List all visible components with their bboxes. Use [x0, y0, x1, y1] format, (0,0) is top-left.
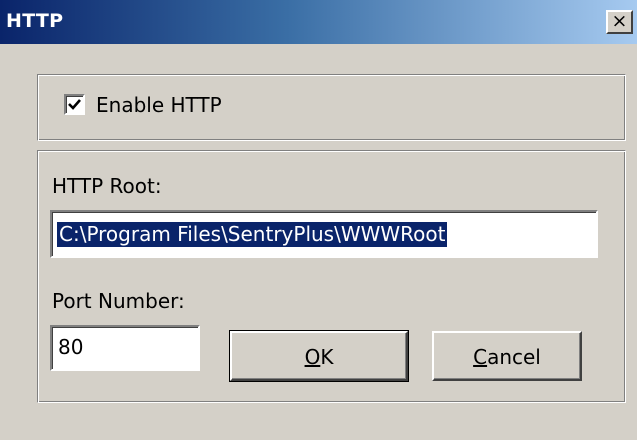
cancel-button[interactable]: Cancel	[432, 331, 582, 381]
http-root-label: HTTP Root:	[52, 174, 162, 198]
window-title: HTTP	[6, 10, 64, 32]
cancel-button-label: Cancel	[473, 345, 541, 369]
http-root-input[interactable]: C:\Program Files\SentryPlus\WWWRoot	[50, 210, 598, 258]
port-number-input[interactable]: 80	[50, 325, 200, 371]
port-number-label: Port Number:	[52, 289, 185, 313]
http-dialog: HTTP × Enable HTTP HTTP Root: C:\Program…	[0, 0, 637, 440]
close-button[interactable]: ×	[606, 10, 633, 34]
enable-http-checkbox[interactable]	[64, 94, 85, 115]
close-icon: ×	[611, 10, 628, 32]
http-root-value: C:\Program Files\SentryPlus\WWWRoot	[57, 222, 448, 247]
ok-button-label: OK	[304, 345, 334, 369]
checkmark-icon	[68, 99, 81, 110]
title-bar[interactable]: HTTP ×	[0, 0, 637, 44]
port-number-value: 80	[58, 335, 84, 359]
ok-button[interactable]: OK	[229, 330, 409, 382]
enable-http-label[interactable]: Enable HTTP	[96, 93, 222, 117]
